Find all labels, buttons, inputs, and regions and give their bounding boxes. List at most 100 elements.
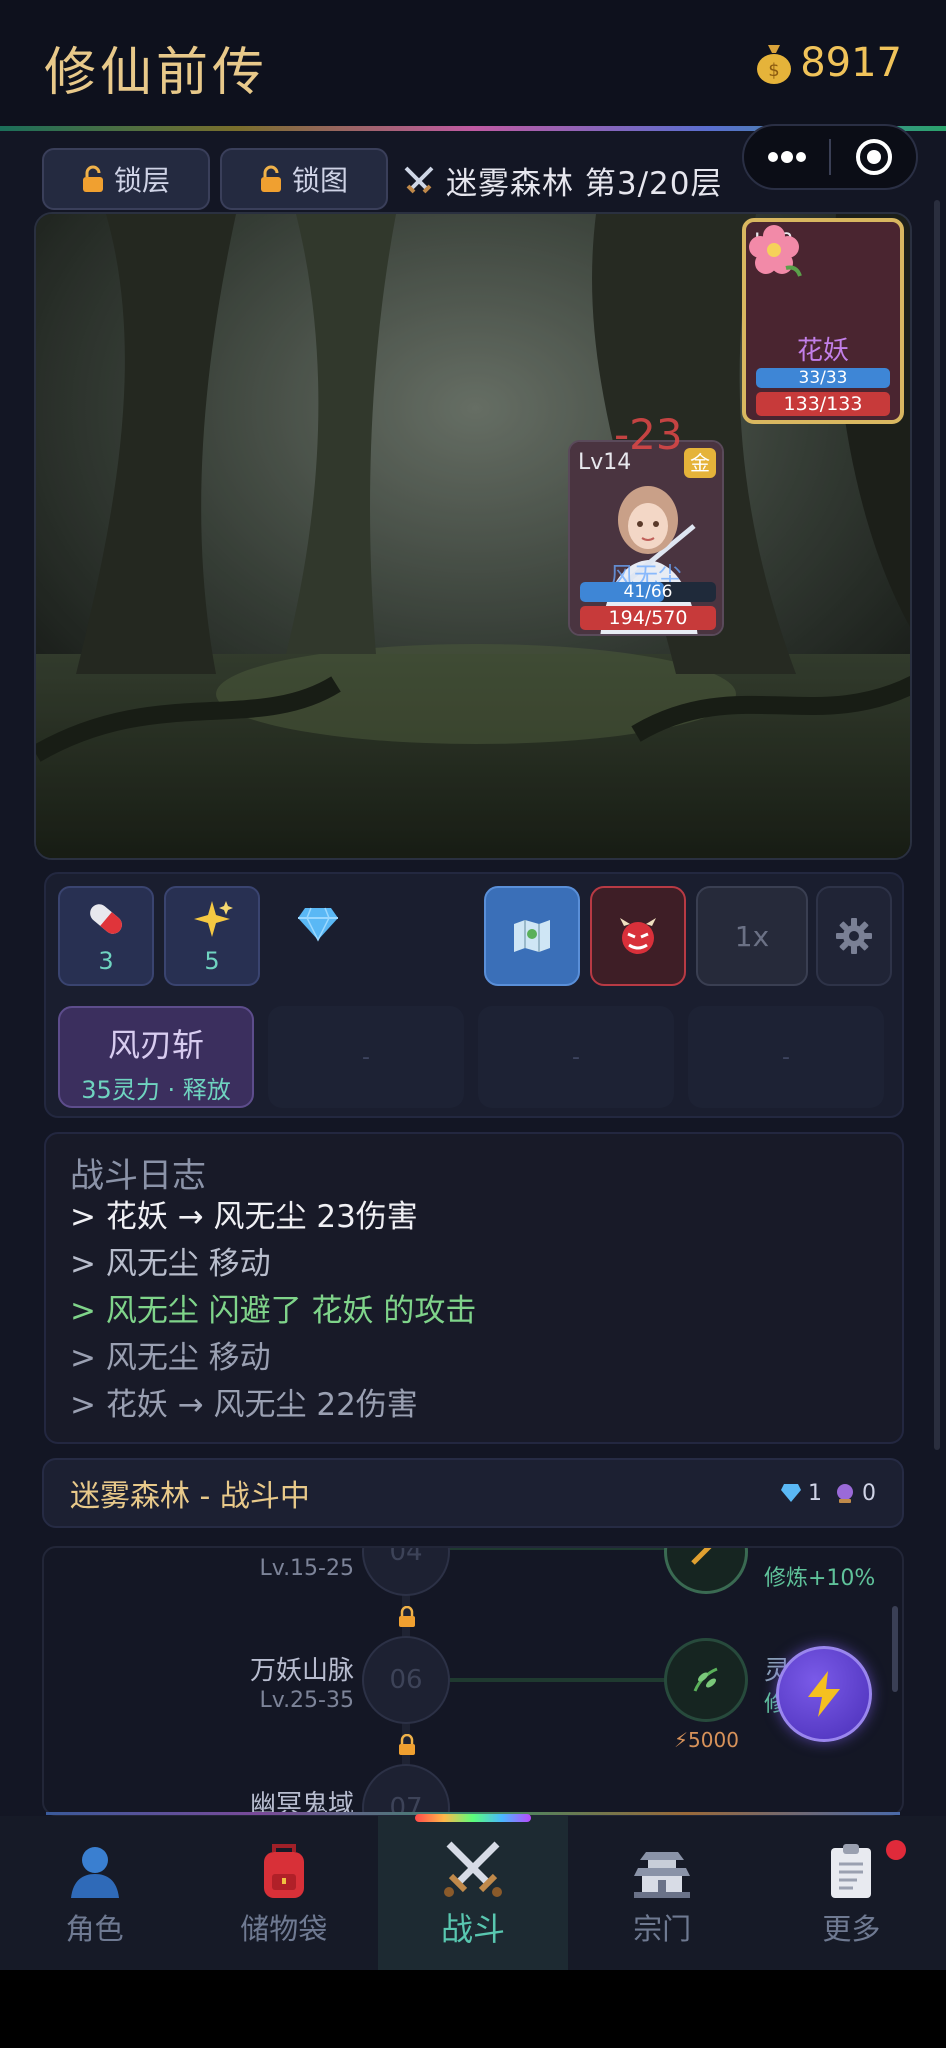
log-line: > 花妖 → 风无尘 23伤害 bbox=[70, 1199, 418, 1235]
item-count: 3 bbox=[98, 947, 114, 975]
log-line: > 风无尘 移动 bbox=[70, 1340, 271, 1376]
map-scrollbar[interactable] bbox=[892, 1606, 898, 1692]
map-icon bbox=[514, 920, 550, 952]
lightning-icon bbox=[808, 1671, 840, 1717]
enemy-mp-bar: 33/33 bbox=[756, 368, 890, 388]
enemy-name: 花妖 bbox=[796, 336, 849, 366]
svg-text:$: $ bbox=[768, 60, 779, 81]
item-count: 5 bbox=[204, 947, 220, 975]
region-level: Lv.25-35 bbox=[259, 1688, 355, 1713]
close-miniprogram-button[interactable] bbox=[831, 126, 916, 188]
nav-label: 宗门 bbox=[633, 1912, 692, 1946]
gold-display: $ 8917 bbox=[754, 40, 902, 86]
location-text: 迷雾森林 第3/20层 bbox=[446, 166, 723, 202]
enemy-unit-card[interactable]: Lv8 花妖 33/33 133/133 bbox=[742, 218, 904, 424]
bottom-safe-area bbox=[0, 1970, 946, 2048]
orb-count: 0 bbox=[862, 1480, 876, 1506]
map-button[interactable] bbox=[484, 886, 580, 986]
nav-tab-more[interactable]: 更多 bbox=[757, 1816, 946, 1970]
lock-icon bbox=[260, 165, 281, 192]
speed-toggle[interactable]: 1x bbox=[696, 886, 808, 986]
skill-slot-empty[interactable]: - bbox=[268, 1006, 464, 1108]
demon-mask-icon bbox=[620, 918, 656, 954]
battle-log: 战斗日志 > 花妖 → 风无尘 23伤害 > 风无尘 移动 > 风无尘 闪避了 … bbox=[44, 1132, 904, 1444]
herb-icon bbox=[693, 1667, 718, 1692]
lock-map-button[interactable]: 锁图 bbox=[220, 148, 388, 210]
more-menu-button[interactable] bbox=[744, 126, 829, 188]
battle-scene[interactable]: Lv8 花妖 33/33 133/133 bbox=[34, 212, 912, 860]
boss-button[interactable] bbox=[590, 886, 686, 986]
nav-label: 战斗 bbox=[440, 1910, 505, 1948]
item-slot-pill[interactable]: 3 bbox=[58, 886, 154, 986]
nav-label: 储物袋 bbox=[240, 1912, 328, 1946]
nav-label: 更多 bbox=[822, 1912, 881, 1946]
unlock-cost: ⚡5000 bbox=[674, 1728, 739, 1752]
player-hp-bar: 194/570 bbox=[580, 606, 716, 630]
flower-icon bbox=[749, 225, 802, 277]
crystal-ball-icon bbox=[837, 1484, 853, 1503]
log-line: > 风无尘 闪避了 花妖 的攻击 bbox=[70, 1293, 477, 1329]
nav-label: 角色 bbox=[65, 1912, 124, 1946]
crossed-swords-icon bbox=[443, 1841, 502, 1897]
backpack-icon bbox=[263, 1844, 304, 1898]
nav-tab-inventory[interactable]: 储物袋 bbox=[189, 1816, 378, 1970]
log-line: > 花妖 → 风无尘 22伤害 bbox=[70, 1387, 418, 1423]
log-line: > 风无尘 移动 bbox=[70, 1246, 271, 1282]
reward-node[interactable] bbox=[664, 1638, 748, 1722]
active-tab-indicator bbox=[415, 1814, 531, 1822]
lock-map-label: 锁图 bbox=[291, 164, 348, 197]
lock-icon bbox=[399, 1734, 415, 1755]
settings-button[interactable] bbox=[816, 886, 892, 986]
temple-icon bbox=[634, 1852, 691, 1898]
region-map[interactable]: Lv.15-25 04 修炼+10% 万妖山脉 Lv.25-35 06 灵 修 … bbox=[42, 1546, 904, 1816]
lock-floor-button[interactable]: 锁层 bbox=[42, 148, 210, 210]
enemy-hp-bar: 133/133 bbox=[756, 392, 890, 416]
pickaxe-icon bbox=[691, 1548, 712, 1565]
diamond-icon bbox=[298, 907, 338, 942]
player-unit-card[interactable]: Lv14 金 风无尘 41/66 194/570 bbox=[568, 440, 724, 636]
gem-count: 1 bbox=[808, 1480, 822, 1506]
item-slot-diamond[interactable] bbox=[270, 886, 366, 986]
region-level: Lv.15-25 bbox=[259, 1556, 355, 1581]
battle-log-title: 战斗日志 bbox=[70, 1156, 206, 1196]
target-close-icon bbox=[855, 139, 892, 175]
notification-dot bbox=[885, 1840, 906, 1860]
skill-name: 风刃斩 bbox=[107, 1026, 204, 1064]
battle-status-text: 迷雾森林 - 战斗中 bbox=[70, 1479, 310, 1514]
more-dots-icon bbox=[767, 151, 806, 163]
rank-badge: 金 bbox=[684, 448, 716, 478]
location-indicator: 迷雾森林 第3/20层 bbox=[402, 158, 722, 203]
gear-icon bbox=[836, 918, 872, 954]
skill-cost: 35灵力 · 释放 bbox=[81, 1076, 231, 1104]
app-root: 修仙前传 $ 8917 锁层 锁图 迷雾森林 第3/20层 花妖 33/33 1… bbox=[0, 0, 946, 1970]
item-slot-sparkle[interactable]: 5 bbox=[164, 886, 260, 986]
header-bar: 修仙前传 $ 8917 bbox=[0, 0, 946, 131]
nav-tab-battle[interactable]: 战斗 bbox=[378, 1816, 568, 1970]
reward-label: 修炼+10% bbox=[764, 1566, 876, 1591]
page-scrollbar[interactable] bbox=[934, 200, 940, 1450]
battle-status-bar: 迷雾森林 - 战斗中 1 0 bbox=[42, 1458, 904, 1528]
player-mp-bar: 41/66 bbox=[580, 582, 716, 602]
pill-icon bbox=[90, 904, 122, 934]
region-node[interactable]: 06 bbox=[362, 1636, 450, 1724]
region-name: 万妖山脉 bbox=[249, 1656, 354, 1686]
skill-slot-empty[interactable]: - bbox=[688, 1006, 884, 1108]
lock-icon bbox=[82, 165, 103, 192]
bottom-nav: 角色 储物袋 战斗 宗门 更多 bbox=[0, 1816, 946, 1970]
auto-battle-button[interactable] bbox=[776, 1646, 872, 1742]
damage-number: -23 bbox=[614, 410, 683, 459]
person-icon bbox=[70, 1847, 119, 1898]
crossed-swords-icon bbox=[404, 166, 434, 193]
sparkle-icon bbox=[194, 901, 233, 937]
clipboard-icon bbox=[831, 1844, 872, 1898]
gold-amount: 8917 bbox=[800, 40, 902, 86]
player-mp-text: 41/66 bbox=[623, 582, 673, 602]
skill-slot-1[interactable]: 风刃斩 35灵力 · 释放 bbox=[58, 1006, 254, 1108]
diamond-icon bbox=[781, 1484, 801, 1502]
app-title: 修仙前传 bbox=[44, 43, 269, 103]
skill-slot-empty[interactable]: - bbox=[478, 1006, 674, 1108]
nav-tab-sect[interactable]: 宗门 bbox=[568, 1816, 757, 1970]
lock-icon bbox=[399, 1606, 415, 1627]
nav-tab-character[interactable]: 角色 bbox=[0, 1816, 189, 1970]
miniprogram-capsule bbox=[742, 124, 918, 190]
